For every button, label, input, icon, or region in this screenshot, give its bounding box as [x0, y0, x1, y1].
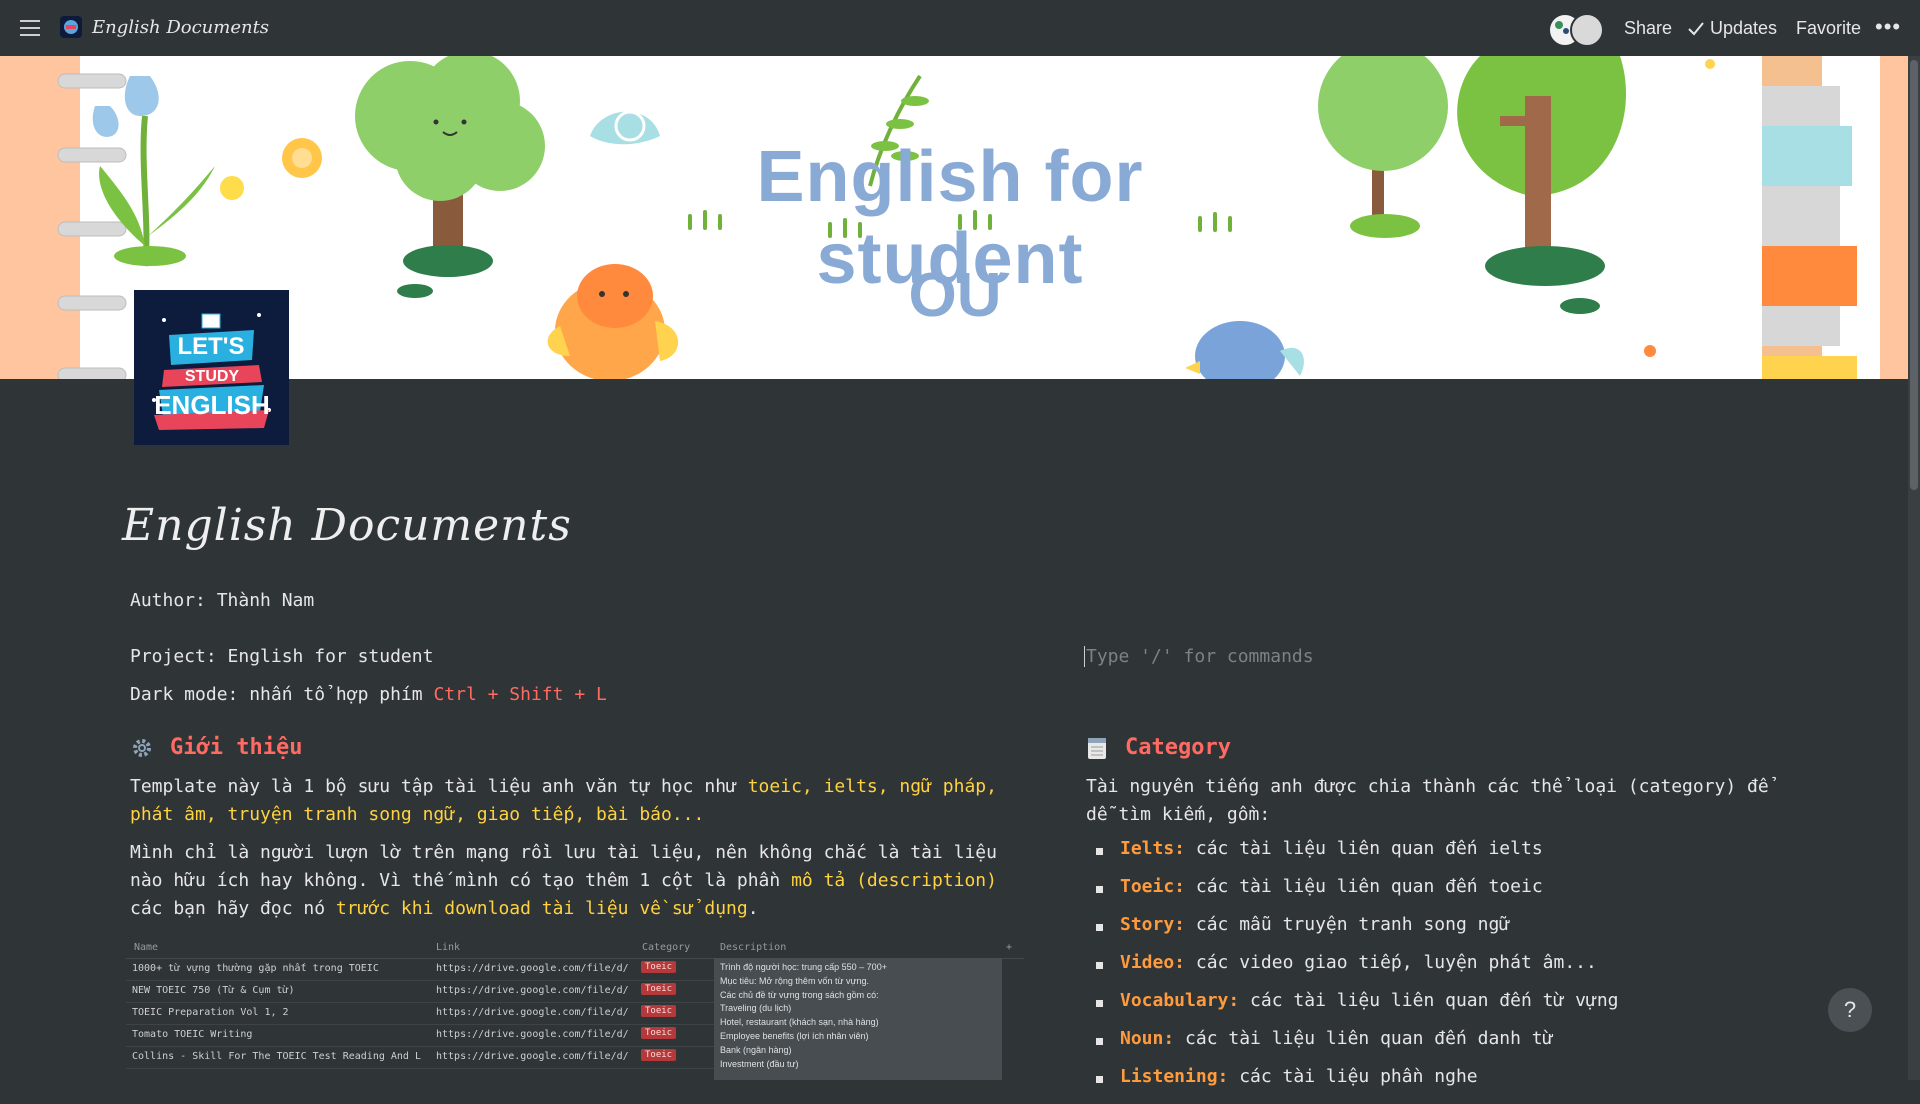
- description-line: Các chủ đề từ vựng trong sách gồm có:: [720, 989, 879, 1000]
- favorite-button[interactable]: Favorite: [1796, 18, 1861, 39]
- category-tag: Toeic: [641, 1005, 677, 1017]
- list-item[interactable]: Toeic: các tài liệu liên quan đến toeic: [1086, 876, 1619, 914]
- cell-name: NEW TOEIC 750 (Từ & Cụm từ): [132, 985, 295, 996]
- category-key: Listening:: [1120, 1066, 1229, 1087]
- list-item[interactable]: Ielts: các tài liệu liên quan đến ielts: [1086, 838, 1619, 876]
- category-key: Ielts:: [1120, 838, 1186, 859]
- column-header-category: Category: [642, 942, 691, 953]
- intro-p2-highlight-description: mô tả (description): [791, 870, 997, 891]
- logo-text: LET'S: [177, 333, 244, 360]
- table-row[interactable]: Tomato TOEIC Writing https://drive.googl…: [126, 1024, 716, 1047]
- list-item[interactable]: Video: các video giao tiếp, luyện phát â…: [1086, 952, 1619, 990]
- intro-paragraph-1[interactable]: Template này là 1 bộ sưu tập tài liệu an…: [130, 773, 1000, 829]
- list-item[interactable]: Noun: các tài liệu liên quan đến danh từ: [1086, 1028, 1619, 1066]
- cell-name: TOEIC Preparation Vol 1, 2: [132, 1007, 289, 1018]
- darkmode-label: Dark mode: nhấn tổ hợp phím: [130, 684, 434, 705]
- intro-p2-highlight-download: trước khi download tài liệu về sử dụng: [335, 898, 748, 919]
- cell-link[interactable]: https://drive.google.com/file/d/: [436, 985, 636, 996]
- scrollbar-thumb[interactable]: [1910, 60, 1918, 490]
- page-icon[interactable]: LET'S STUDY ENGLISH: [134, 290, 289, 445]
- list-item[interactable]: Story: các mẫu truyện tranh song ngữ: [1086, 914, 1619, 952]
- cell-name: 1000+ từ vựng thường gặp nhất trong TOEI…: [132, 963, 379, 974]
- description-line: Hotel, restaurant (khách sạn, nhà hàng): [720, 1017, 879, 1028]
- description-line: Traveling (du lịch): [720, 1003, 792, 1014]
- description-cell[interactable]: Trình độ người học: trung cấp 550 – 700+…: [714, 958, 1002, 1080]
- cell-link[interactable]: https://drive.google.com/file/d/: [436, 1051, 636, 1062]
- category-desc: các tài liệu phần nghe: [1228, 1066, 1478, 1087]
- page-title[interactable]: English Documents: [122, 500, 572, 551]
- description-line: Employee benefits (lợi ích nhân viên): [720, 1030, 869, 1041]
- avatar[interactable]: [1570, 13, 1604, 47]
- category-key: Vocabulary:: [1120, 990, 1240, 1011]
- column-header-description: Description: [720, 942, 787, 953]
- updates-label: Updates: [1710, 18, 1778, 38]
- help-button[interactable]: ?: [1828, 988, 1872, 1032]
- category-tag: Toeic: [641, 961, 677, 973]
- category-desc: các tài liệu liên quan đến từ vựng: [1239, 990, 1619, 1011]
- category-key: Toeic:: [1120, 876, 1186, 897]
- cell-name: Collins - Skill For The TOEIC Test Readi…: [132, 1051, 421, 1062]
- share-button[interactable]: Share: [1624, 18, 1672, 39]
- category-tag: Toeic: [641, 1027, 677, 1039]
- add-column-icon[interactable]: +: [1006, 942, 1012, 953]
- darkmode-shortcut: Ctrl + Shift + L: [433, 684, 607, 705]
- lets-study-english-logo: LET'S STUDY ENGLISH: [134, 290, 289, 445]
- category-key: Noun:: [1120, 1028, 1175, 1049]
- cell-name: Tomato TOEIC Writing: [132, 1029, 253, 1040]
- cell-link[interactable]: https://drive.google.com/file/d/: [436, 1029, 636, 1040]
- category-key: Story:: [1120, 914, 1186, 935]
- description-line: Trình độ người học: trung cấp 550 – 700+: [720, 962, 887, 972]
- darkmode-line[interactable]: Dark mode: nhấn tổ hợp phím Ctrl + Shift…: [130, 684, 607, 705]
- updates-button[interactable]: Updates: [1688, 18, 1777, 39]
- category-key: Video:: [1120, 952, 1186, 973]
- documents-table-image[interactable]: Name Link Category Description + 1000+ t…: [126, 936, 1024, 1080]
- column-header-name: Name: [134, 942, 159, 953]
- category-list: Ielts: các tài liệu liên quan đến ielts …: [1086, 838, 1619, 1104]
- author-line[interactable]: Author: Thành Nam: [130, 590, 314, 611]
- category-desc: các tài liệu liên quan đến danh từ: [1174, 1028, 1554, 1049]
- description-line: Investment (đầu tư): [720, 1058, 799, 1069]
- description-line: Mục tiêu: Mở rộng thêm vốn từ vựng.: [720, 975, 870, 986]
- command-input[interactable]: Type '/' for commands: [1084, 646, 1314, 667]
- intro-paragraph-2[interactable]: Mình chỉ là người lượn lờ trên mạng rồi …: [130, 839, 1010, 923]
- table-row[interactable]: TOEIC Preparation Vol 1, 2 https://drive…: [126, 1002, 716, 1025]
- table-row[interactable]: Collins - Skill For The TOEIC Test Readi…: [126, 1046, 716, 1069]
- column-header-link: Link: [436, 942, 461, 953]
- category-heading[interactable]: Category: [1125, 735, 1231, 760]
- svg-text:ENGLISH: ENGLISH: [154, 390, 270, 420]
- category-desc: các video giao tiếp, luyện phát âm...: [1185, 952, 1597, 973]
- list-item[interactable]: Vocabulary: các tài liệu liên quan đến t…: [1086, 990, 1619, 1028]
- category-tag: Toeic: [641, 983, 677, 995]
- page-icon-small[interactable]: [60, 16, 82, 38]
- category-desc: các tài liệu liên quan đến toeic: [1185, 876, 1543, 897]
- table-row[interactable]: 1000+ từ vựng thường gặp nhất trong TOEI…: [126, 958, 716, 981]
- description-line: Bank (ngân hàng): [720, 1044, 792, 1055]
- table-header: Name Link Category Description +: [126, 936, 1024, 959]
- notepad-icon: [1086, 736, 1108, 760]
- intro-p2-text-2: các bạn hãy đọc nó: [130, 898, 336, 919]
- collaborator-avatars[interactable]: [1548, 13, 1604, 47]
- menu-icon[interactable]: [18, 16, 42, 40]
- gear-icon: [130, 736, 154, 760]
- table-row[interactable]: NEW TOEIC 750 (Từ & Cụm từ) https://driv…: [126, 980, 716, 1003]
- svg-text:STUDY: STUDY: [185, 368, 240, 385]
- cell-link[interactable]: https://drive.google.com/file/d/: [436, 963, 636, 974]
- category-intro[interactable]: Tài nguyên tiếng anh được chia thành các…: [1086, 773, 1796, 829]
- cover-subtitle: OU: [908, 261, 1002, 330]
- intro-heading[interactable]: Giới thiệu: [170, 735, 302, 760]
- category-desc: các tài liệu liên quan đến ielts: [1185, 838, 1543, 859]
- category-tag: Toeic: [641, 1049, 677, 1061]
- category-desc: các mẫu truyện tranh song ngữ: [1185, 914, 1511, 935]
- intro-p2-end: .: [747, 898, 759, 919]
- more-options-icon[interactable]: •••: [1875, 14, 1901, 40]
- check-icon: [1688, 21, 1704, 35]
- list-item[interactable]: Listening: các tài liệu phần nghe: [1086, 1066, 1619, 1104]
- project-line[interactable]: Project: English for student: [130, 646, 433, 667]
- cell-link[interactable]: https://drive.google.com/file/d/: [436, 1007, 636, 1018]
- top-bar: English Documents Share Updates Favorite…: [0, 0, 1920, 56]
- intro-p1-text: Template này là 1 bộ sưu tập tài liệu an…: [130, 776, 748, 797]
- breadcrumb-page-title[interactable]: English Documents: [92, 17, 269, 38]
